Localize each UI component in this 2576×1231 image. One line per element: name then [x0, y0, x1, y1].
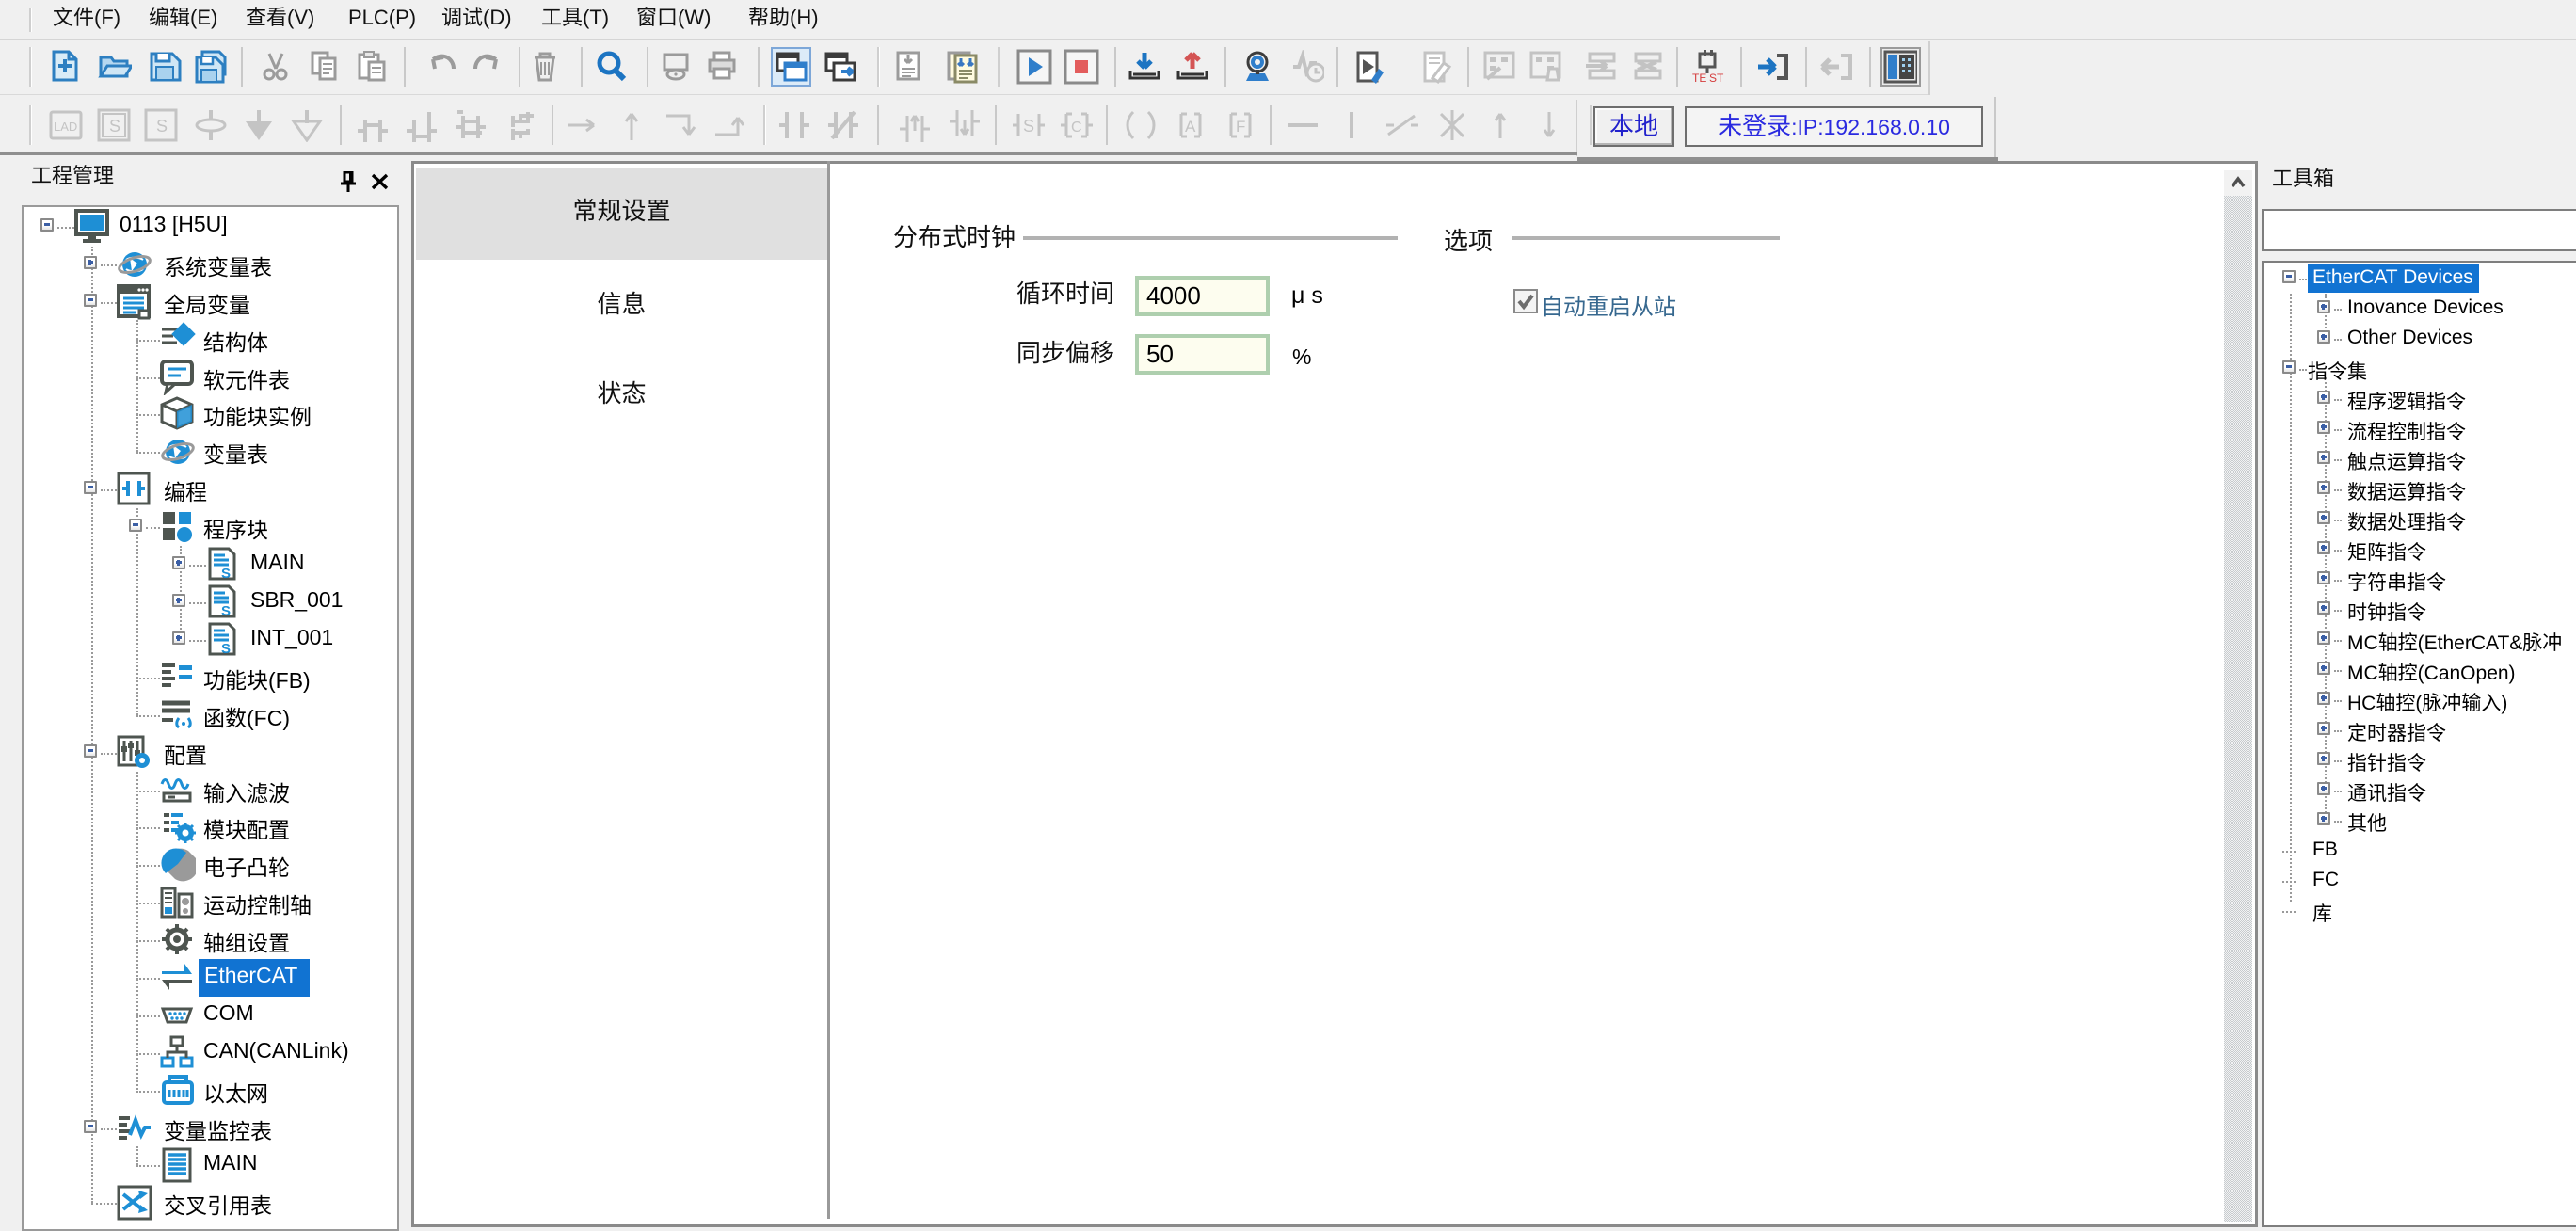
svg-text:ST: ST — [1709, 72, 1724, 84]
svg-text:LAD: LAD — [54, 120, 77, 134]
svg-text:TE: TE — [1692, 72, 1706, 84]
svg-text:S: S — [221, 566, 231, 582]
svg-text:S: S — [109, 117, 120, 136]
svg-text:A: A — [1185, 118, 1196, 136]
svg-text:F: F — [1236, 118, 1245, 136]
svg-text:S: S — [221, 603, 231, 619]
svg-text:C: C — [1071, 120, 1082, 136]
svg-text:S: S — [156, 117, 168, 136]
svg-text:S: S — [221, 641, 231, 657]
svg-text:S: S — [1023, 117, 1034, 136]
